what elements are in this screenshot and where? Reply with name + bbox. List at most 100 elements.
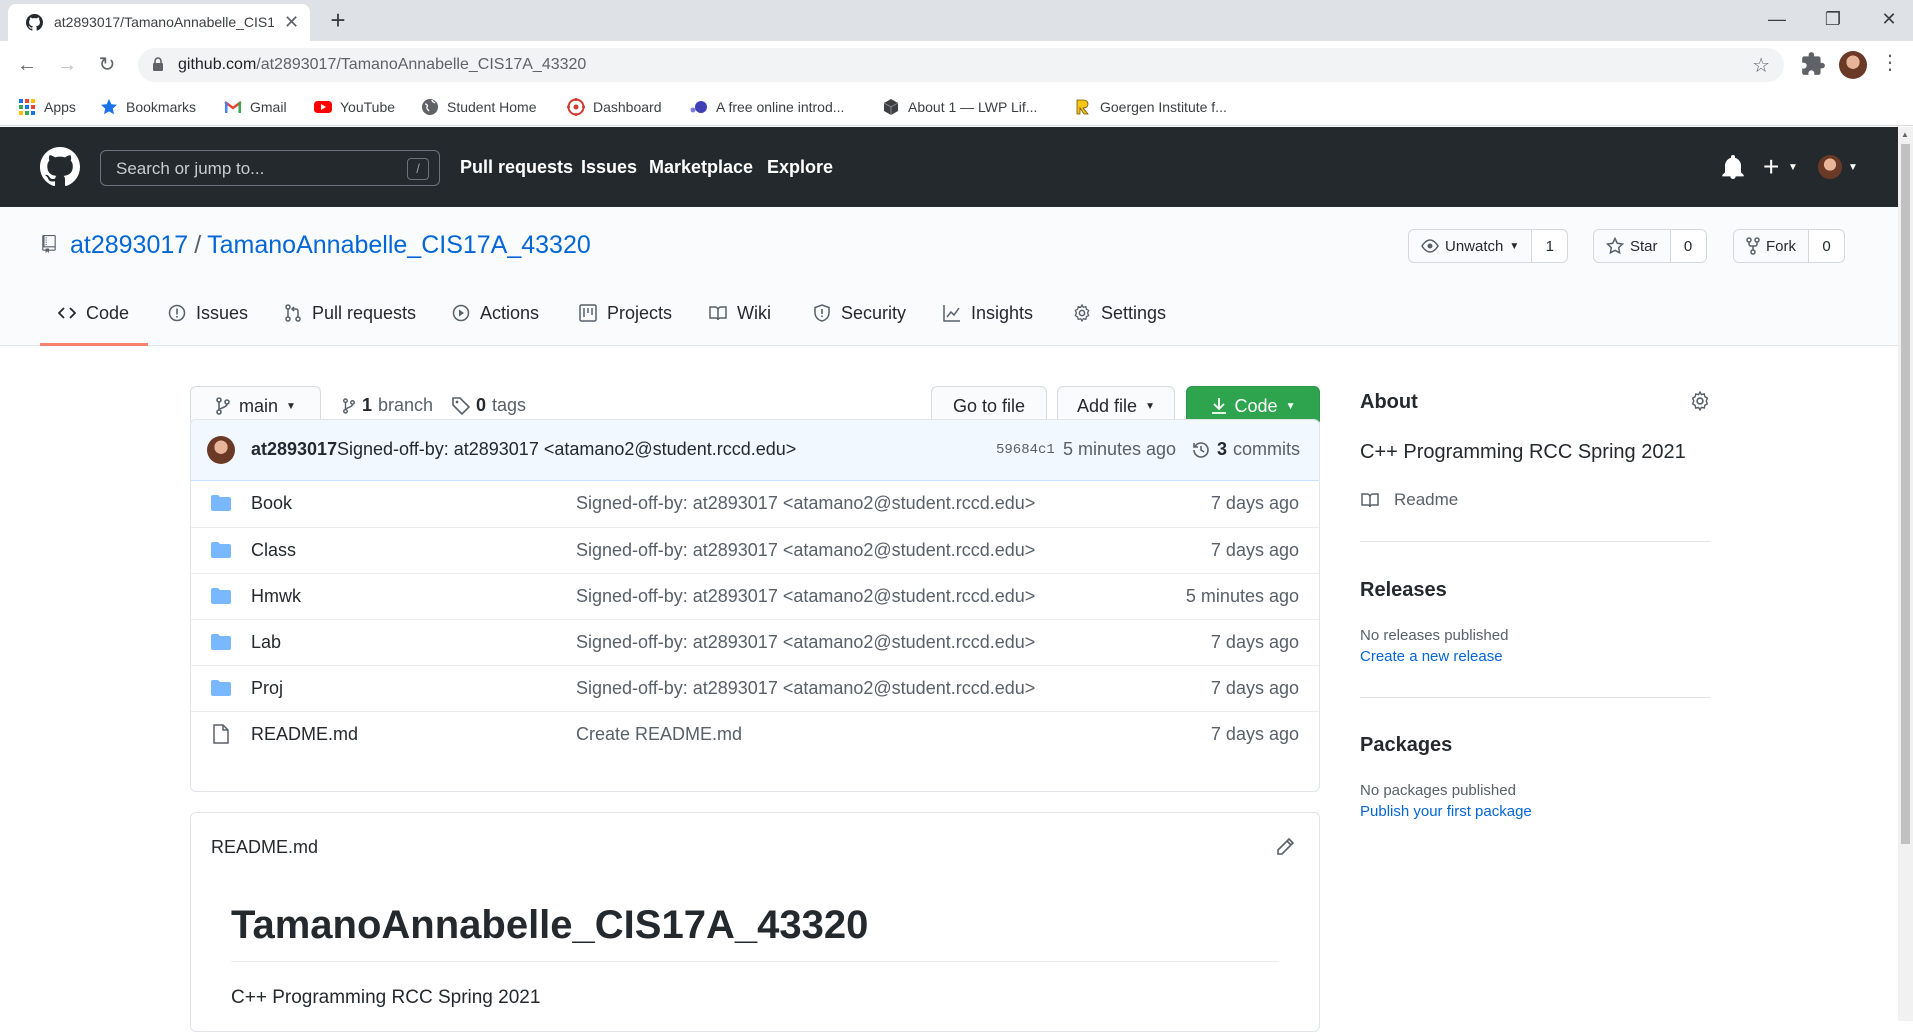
bookmark-dashboard[interactable]: Dashboard <box>567 96 662 118</box>
tab-insights[interactable]: Insights <box>943 287 1033 346</box>
bookmark-site-icon <box>690 101 707 113</box>
new-tab-button[interactable]: + <box>326 6 350 34</box>
star-button[interactable]: Star <box>1594 230 1670 262</box>
commit-author[interactable]: at2893017 <box>251 439 337 460</box>
publish-package-link[interactable]: Publish your first package <box>1360 803 1532 820</box>
tab-close-icon[interactable]: ✕ <box>284 12 299 33</box>
chevron-down-icon: ▼ <box>1848 162 1858 173</box>
readme-body: C++ Programming RCC Spring 2021 <box>231 987 541 1008</box>
url-host: github.com <box>178 56 257 73</box>
tab-projects[interactable]: Projects <box>579 287 672 346</box>
tab-security[interactable]: Security <box>813 287 906 346</box>
file-commit-message[interactable]: Signed-off-by: at2893017 <atamano2@stude… <box>576 540 1035 561</box>
readme-link[interactable]: Readme <box>1360 490 1458 510</box>
commit-message[interactable]: Signed-off-by: at2893017 <atamano2@stude… <box>337 439 796 460</box>
file-name[interactable]: Class <box>251 540 296 561</box>
scrollbar-thumb[interactable] <box>1901 144 1910 844</box>
url-path: /at2893017/TamanoAnnabelle_CIS17A_43320 <box>256 56 587 73</box>
commit-author-avatar[interactable] <box>207 436 235 464</box>
tab-wiki[interactable]: Wiki <box>709 287 771 346</box>
table-row[interactable]: Class Signed-off-by: at2893017 <atamano2… <box>191 527 1319 573</box>
pencil-edit-icon[interactable] <box>1275 837 1295 857</box>
table-row[interactable]: Proj Signed-off-by: at2893017 <atamano2@… <box>191 665 1319 711</box>
address-bar[interactable]: github.com/at2893017/TamanoAnnabelle_CIS… <box>138 48 1784 82</box>
browser-tab[interactable]: at2893017/TamanoAnnabelle_CIS17A_43320 ✕ <box>8 4 310 41</box>
chrome-profile-avatar[interactable] <box>1839 51 1867 79</box>
chrome-menu-icon[interactable]: ⋮ <box>1880 50 1900 75</box>
globe-icon <box>422 99 438 115</box>
bookmark-student-home[interactable]: Student Home <box>421 96 537 118</box>
file-commit-message[interactable]: Signed-off-by: at2893017 <atamano2@stude… <box>576 493 1035 514</box>
github-search-input[interactable]: Search or jump to... / <box>100 150 440 186</box>
repo-name-link[interactable]: TamanoAnnabelle_CIS17A_43320 <box>207 231 591 259</box>
restore-window-button[interactable]: ❐ <box>1818 6 1848 32</box>
branches-link[interactable]: 1 branch <box>342 395 433 416</box>
bookmark-youtube[interactable]: YouTube <box>314 96 395 118</box>
commits-history-link[interactable]: 3 commits <box>1191 439 1300 460</box>
table-row[interactable]: Hmwk Signed-off-by: at2893017 <atamano2@… <box>191 573 1319 619</box>
file-name[interactable]: Book <box>251 493 292 514</box>
bookmark-bookmarks[interactable]: Bookmarks <box>100 96 196 118</box>
bookmark-star-icon[interactable]: ☆ <box>1752 53 1770 78</box>
file-name[interactable]: README.md <box>251 724 358 745</box>
minimize-window-button[interactable]: — <box>1762 6 1792 32</box>
repo-owner-link[interactable]: at2893017 <box>70 231 188 259</box>
tags-link[interactable]: 0 tags <box>452 395 526 416</box>
bookmark-free-online[interactable]: A free online introd... <box>690 96 844 118</box>
page-scrollbar[interactable]: ▲ <box>1898 127 1913 1021</box>
tab-pull-requests[interactable]: Pull requests <box>284 287 416 346</box>
watchers-count[interactable]: 1 <box>1531 230 1568 262</box>
repo-description: C++ Programming RCC Spring 2021 <box>1360 441 1686 463</box>
create-new-plus-icon[interactable]: + <box>1763 151 1779 183</box>
nav-explore[interactable]: Explore <box>767 157 833 178</box>
nav-issues[interactable]: Issues <box>581 157 637 178</box>
table-row[interactable]: Lab Signed-off-by: at2893017 <atamano2@s… <box>191 619 1319 665</box>
scroll-up-arrow-icon[interactable]: ▲ <box>1901 130 1909 139</box>
unwatch-button[interactable]: Unwatch ▼ <box>1409 230 1531 262</box>
bookmark-apps[interactable]: Apps <box>18 96 76 118</box>
forward-button[interactable]: → <box>53 51 81 79</box>
close-window-button[interactable]: ✕ <box>1874 6 1904 32</box>
extensions-puzzle-icon[interactable] <box>1800 51 1826 77</box>
fork-button[interactable]: Fork <box>1734 230 1808 262</box>
create-release-link[interactable]: Create a new release <box>1360 648 1503 665</box>
file-commit-message[interactable]: Signed-off-by: at2893017 <atamano2@stude… <box>576 586 1035 607</box>
download-icon <box>1211 398 1226 414</box>
releases-heading[interactable]: Releases <box>1360 579 1447 602</box>
file-commit-message[interactable]: Signed-off-by: at2893017 <atamano2@stude… <box>576 632 1035 653</box>
nav-marketplace[interactable]: Marketplace <box>649 157 753 178</box>
tab-code[interactable]: Code <box>58 287 129 346</box>
file-name[interactable]: Lab <box>251 632 281 653</box>
notifications-bell-icon[interactable] <box>1722 155 1744 179</box>
table-row[interactable]: README.md Create README.md 7 days ago <box>191 711 1319 757</box>
bookmark-about-lwp[interactable]: About 1 — LWP Lif... <box>882 96 1037 118</box>
reload-button[interactable]: ↻ <box>93 51 121 79</box>
bookmark-goergen[interactable]: Goergen Institute f... <box>1074 96 1227 118</box>
file-commit-message[interactable]: Signed-off-by: at2893017 <atamano2@stude… <box>576 678 1035 699</box>
user-avatar[interactable] <box>1818 155 1842 179</box>
bookmark-gmail[interactable]: Gmail <box>224 96 287 118</box>
tab-actions[interactable]: Actions <box>452 287 539 346</box>
stars-count[interactable]: 0 <box>1669 230 1706 262</box>
table-row[interactable]: Book Signed-off-by: at2893017 <atamano2@… <box>191 481 1319 527</box>
gear-icon[interactable] <box>1690 391 1710 411</box>
nav-pull-requests[interactable]: Pull requests <box>460 157 573 178</box>
file-icon <box>213 724 229 744</box>
tag-count: 0 <box>476 395 487 415</box>
forks-count[interactable]: 0 <box>1808 230 1844 262</box>
commit-sha[interactable]: 59684c1 <box>996 442 1055 458</box>
tab-issues[interactable]: Issues <box>168 287 248 346</box>
file-name[interactable]: Hmwk <box>251 586 301 607</box>
sidebar-divider <box>1360 697 1710 698</box>
file-name[interactable]: Proj <box>251 678 283 699</box>
file-commit-message[interactable]: Create README.md <box>576 724 742 745</box>
active-tab-indicator <box>40 343 148 346</box>
back-button[interactable]: ← <box>13 51 41 79</box>
tab-settings[interactable]: Settings <box>1073 287 1166 346</box>
tab-label: Wiki <box>737 303 771 323</box>
bookmark-label: Goergen Institute f... <box>1100 99 1227 115</box>
file-list: at2893017 Signed-off-by: at2893017 <atam… <box>190 419 1320 792</box>
packages-heading[interactable]: Packages <box>1360 734 1452 757</box>
folder-icon <box>211 588 231 604</box>
github-logo-icon[interactable] <box>40 147 80 187</box>
